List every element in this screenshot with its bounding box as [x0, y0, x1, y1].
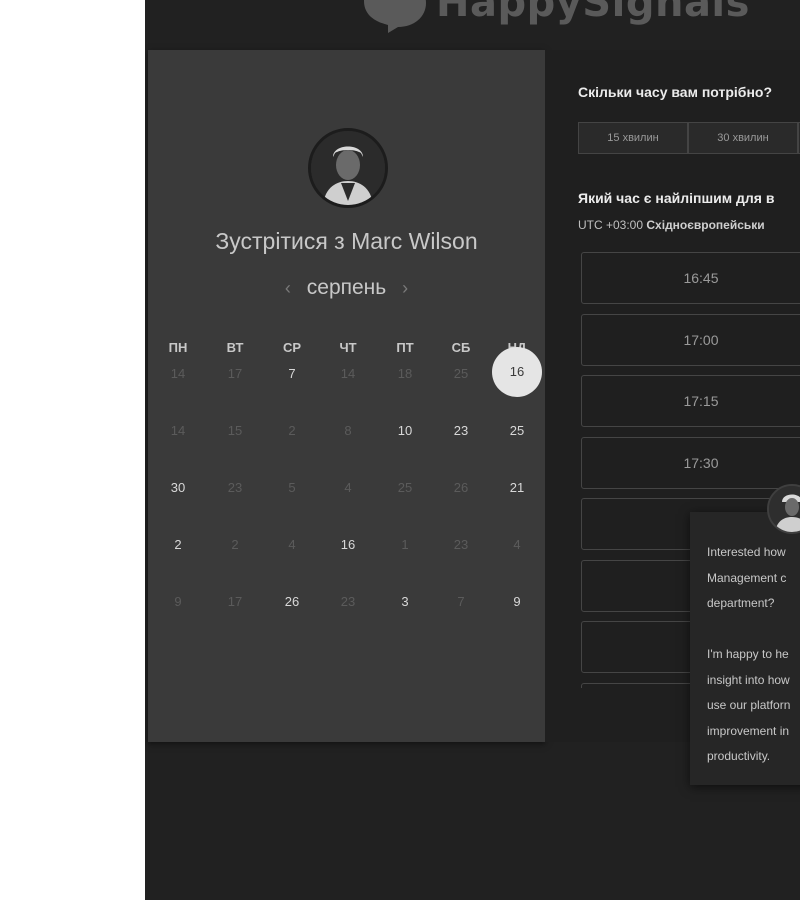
available-day[interactable]: 25 — [497, 423, 537, 438]
unavailable-day: 8 — [344, 423, 352, 438]
unavailable-day: 17 — [227, 366, 243, 381]
time-slot[interactable]: 17:15 — [581, 375, 800, 427]
duration-option[interactable]: 15 хвилин — [578, 122, 688, 154]
time-slot[interactable]: 17:00 — [581, 313, 800, 366]
unavailable-day: 23 — [340, 594, 356, 609]
month-label: серпень — [306, 276, 387, 299]
header: HappySignals — [145, 0, 800, 48]
unavailable-day: 26 — [453, 480, 469, 495]
unavailable-day: 25 — [397, 480, 413, 495]
unavailable-day: 2 — [231, 537, 239, 552]
available-day[interactable]: 30 — [158, 480, 198, 495]
available-day[interactable]: 9 — [497, 594, 537, 609]
available-day[interactable]: 2 — [158, 537, 198, 552]
duration-question: Скільки часу вам потрібно? — [578, 84, 773, 100]
host-name: Marc Wilson — [351, 228, 478, 254]
weekday-header: СБ — [451, 340, 471, 355]
unavailable-day: 14 — [170, 366, 186, 381]
prev-month-icon[interactable]: ‹ — [285, 278, 291, 298]
available-day[interactable]: 26 — [272, 594, 312, 609]
available-day[interactable]: 3 — [385, 594, 425, 609]
unavailable-day: 4 — [513, 537, 521, 552]
available-day[interactable]: 23 — [441, 423, 481, 438]
unavailable-day: 2 — [288, 423, 296, 438]
unavailable-day: 4 — [288, 537, 296, 552]
available-day[interactable]: 16 — [328, 537, 368, 552]
weekday-header: ПТ — [396, 340, 414, 355]
available-day[interactable]: 10 — [385, 423, 425, 438]
unavailable-day: 25 — [453, 366, 469, 381]
timezone-label[interactable]: UTC +03:00 Східноєвропейськи — [578, 218, 765, 232]
unavailable-day: 23 — [227, 480, 243, 495]
timezone-offset: UTC +03:00 — [578, 218, 644, 232]
time-question: Який час є найліпшим для в — [578, 190, 775, 206]
meeting-title: Зустрітися з Marc Wilson — [148, 228, 545, 255]
unavailable-day: 7 — [457, 594, 465, 609]
weekday-header: ПН — [168, 340, 188, 355]
time-slot[interactable]: 17:30 — [581, 436, 800, 489]
available-day[interactable]: 21 — [497, 480, 537, 495]
unavailable-day: 1 — [401, 537, 409, 552]
unavailable-day: 4 — [344, 480, 352, 495]
calendar-panel: Зустрітися з Marc Wilson ‹ серпень › ПН В… — [148, 50, 545, 742]
duration-selector: 15 хвилин 30 хвилин — [578, 122, 800, 154]
timezone-name: Східноєвропейськи — [646, 218, 765, 232]
time-slot[interactable]: 16:45 — [581, 252, 800, 304]
brand-logo: HappySignals — [358, 0, 750, 33]
brand-name: HappySignals — [436, 0, 750, 26]
chat-popup[interactable]: Interested how Management c department? … — [690, 484, 800, 785]
unavailable-day: 9 — [174, 594, 182, 609]
available-day[interactable]: 7 — [272, 366, 312, 381]
month-navigator: ‹ серпень › — [148, 276, 545, 300]
duration-option[interactable]: 30 хвилин — [688, 122, 798, 154]
weekday-header: СР — [282, 340, 302, 355]
booking-page: HappySignals Зустрітися з Marc Wilson ‹ … — [145, 0, 800, 900]
chat-message: Interested how Management c department? … — [707, 545, 791, 763]
unavailable-day: 15 — [227, 423, 243, 438]
selected-day[interactable]: 16 — [492, 347, 542, 397]
host-avatar — [308, 128, 388, 208]
weekday-header: ЧТ — [339, 340, 357, 355]
next-month-icon[interactable]: › — [402, 278, 408, 298]
unavailable-day: 17 — [227, 594, 243, 609]
weekday-header: ВТ — [226, 340, 244, 355]
unavailable-day: 5 — [288, 480, 296, 495]
unavailable-day: 14 — [170, 423, 186, 438]
meeting-title-prefix: Зустрітися з — [215, 228, 345, 254]
happysignals-logo-icon — [364, 0, 426, 33]
unavailable-day: 14 — [340, 366, 356, 381]
unavailable-day: 23 — [453, 537, 469, 552]
unavailable-day: 18 — [397, 366, 413, 381]
